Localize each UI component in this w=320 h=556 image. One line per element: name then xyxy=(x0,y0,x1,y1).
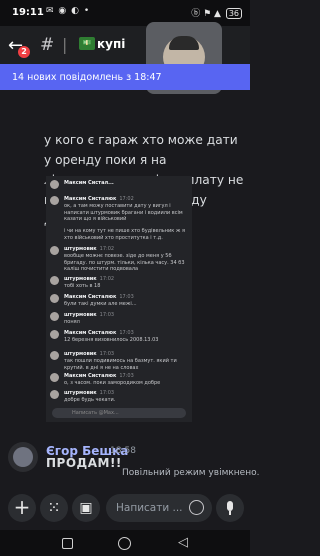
shot-author: штурмовик 17:02 xyxy=(64,276,115,282)
gift-icon[interactable]: ▣ xyxy=(72,494,100,522)
shot-author: штурмовик 17:03 xyxy=(64,351,115,357)
battery-icon: 36 xyxy=(225,8,242,19)
shot-text: і чи на кому тут не пише хто будівельник… xyxy=(64,228,185,241)
embedded-screenshot[interactable]: Максим Систал... Максим Систалюк 17:02 ок… xyxy=(46,176,192,422)
notification-icons: ✉ ◉ ◐ • xyxy=(46,6,91,16)
shot-author: штурмовик 17:03 xyxy=(64,312,115,318)
shot-author: штурмовик 17:03 xyxy=(64,390,115,396)
microphone-icon[interactable] xyxy=(216,494,244,522)
shot-text: тобі хоть в 18 xyxy=(64,283,101,289)
shot-avatar xyxy=(50,294,59,303)
apps-icon[interactable]: ⁙ xyxy=(40,494,68,522)
nav-back-icon[interactable]: ◁ xyxy=(178,535,188,550)
shot-text: о, з часом. поки замородиком добре xyxy=(64,380,161,386)
shot-avatar xyxy=(50,330,59,339)
system-nav-bar: ◁ xyxy=(0,530,250,556)
shot-author: Максим Систалюк 17:02 xyxy=(64,196,134,202)
avatar-image xyxy=(13,447,33,467)
shot-input: Написать @Мах... xyxy=(52,408,186,418)
shot-avatar xyxy=(50,180,59,189)
recents-icon[interactable] xyxy=(62,538,73,549)
new-messages-banner[interactable]: 14 нових повідомлень з 18:47 xyxy=(0,64,250,90)
shot-avatar xyxy=(50,246,59,255)
system-icons: ⓑ ⚑ ▲ 36 xyxy=(191,6,242,19)
message-input-placeholder: Написати ... xyxy=(116,502,183,514)
avatar[interactable] xyxy=(8,442,38,472)
home-icon[interactable] xyxy=(118,537,131,550)
unread-badge: 2 xyxy=(18,46,30,58)
shot-text: вообще можнє повезе. зіде до меня у 5б б… xyxy=(64,253,185,272)
shot-author: Максим Систалюк 17:03 xyxy=(64,373,134,379)
money-emoji-icon: 💵 xyxy=(79,37,95,50)
shot-text: ок, а там можу поставити дату у вигул і … xyxy=(64,203,183,222)
caller-avatar-cap xyxy=(169,36,199,50)
shot-avatar xyxy=(50,312,59,321)
shot-avatar xyxy=(50,373,59,382)
message-timestamp: 18:58 xyxy=(110,446,136,456)
shot-avatar xyxy=(50,276,59,285)
shot-author: Максим Систалюк 17:03 xyxy=(64,330,134,336)
message-input[interactable]: Написати ... xyxy=(106,494,212,522)
slowmode-notice: Повільний режим увімкнено. xyxy=(122,468,260,478)
shot-text: 12 березня визовнилось 2008.13.03 xyxy=(64,337,159,343)
header-divider: | xyxy=(62,35,68,54)
message-composer: + ⁙ ▣ Написати ... xyxy=(0,486,250,530)
shot-text: так пошли подивимось на базмут. який ти … xyxy=(64,358,177,371)
message-body: ПРОДАМ!! xyxy=(46,456,122,470)
status-time: 19:11 xyxy=(12,7,44,18)
shot-author: Максим Систал... xyxy=(64,180,114,186)
hashtag-icon: # xyxy=(40,35,55,55)
shot-text: були такі думки але межі... xyxy=(64,301,137,307)
shot-avatar xyxy=(50,196,59,205)
shot-avatar xyxy=(50,390,59,399)
new-messages-text: 14 нових повідомлень з 18:47 xyxy=(12,72,162,83)
shot-author: Максим Систалюк 17:03 xyxy=(64,294,134,300)
shot-avatar xyxy=(50,351,59,360)
shot-author: штурмовик 17:02 xyxy=(64,246,115,252)
emoji-icon[interactable] xyxy=(189,500,204,515)
shot-text: понял xyxy=(64,319,80,325)
plus-icon[interactable]: + xyxy=(8,494,36,522)
shot-text: добре будь чекати. xyxy=(64,397,116,403)
channel-name[interactable]: купі xyxy=(97,37,127,51)
